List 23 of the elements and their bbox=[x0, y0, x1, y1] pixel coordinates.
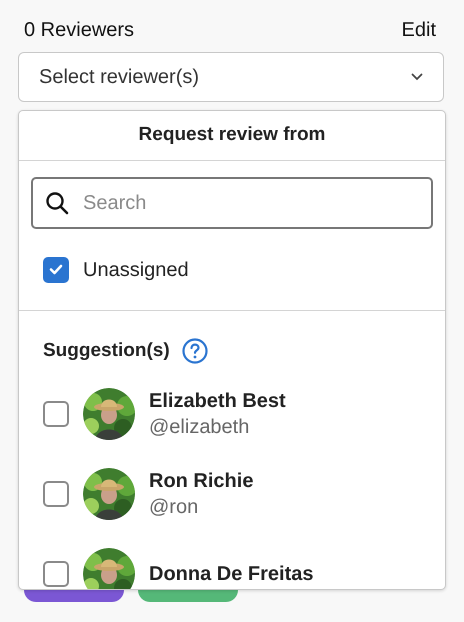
reviewers-count: 0 Reviewers bbox=[24, 18, 134, 43]
user-name: Elizabeth Best bbox=[149, 388, 286, 414]
user-name: Ron Richie bbox=[149, 468, 254, 494]
help-icon[interactable] bbox=[182, 338, 208, 364]
chevron-down-icon bbox=[411, 73, 423, 81]
dropdown-title: Request review from bbox=[138, 123, 326, 148]
checkbox[interactable] bbox=[43, 256, 69, 282]
checkmark-icon bbox=[49, 264, 63, 275]
reviewer-select[interactable]: Select reviewer(s) bbox=[18, 52, 444, 102]
avatar bbox=[83, 548, 135, 589]
section-title: Suggestion(s) bbox=[43, 339, 170, 363]
search-icon bbox=[45, 191, 69, 215]
user-handle: @elizabeth bbox=[149, 414, 250, 440]
search-field[interactable]: Search bbox=[31, 177, 433, 229]
unassigned-label: Unassigned bbox=[83, 258, 189, 282]
checkbox[interactable] bbox=[43, 480, 69, 506]
user-handle: @ron bbox=[149, 494, 200, 520]
user-name: Donna De Freitas bbox=[149, 562, 314, 586]
edit-link[interactable]: Edit bbox=[402, 15, 436, 45]
checkbox[interactable] bbox=[43, 560, 69, 586]
avatar bbox=[83, 388, 135, 440]
checkbox[interactable] bbox=[43, 400, 69, 426]
avatar bbox=[83, 468, 135, 520]
